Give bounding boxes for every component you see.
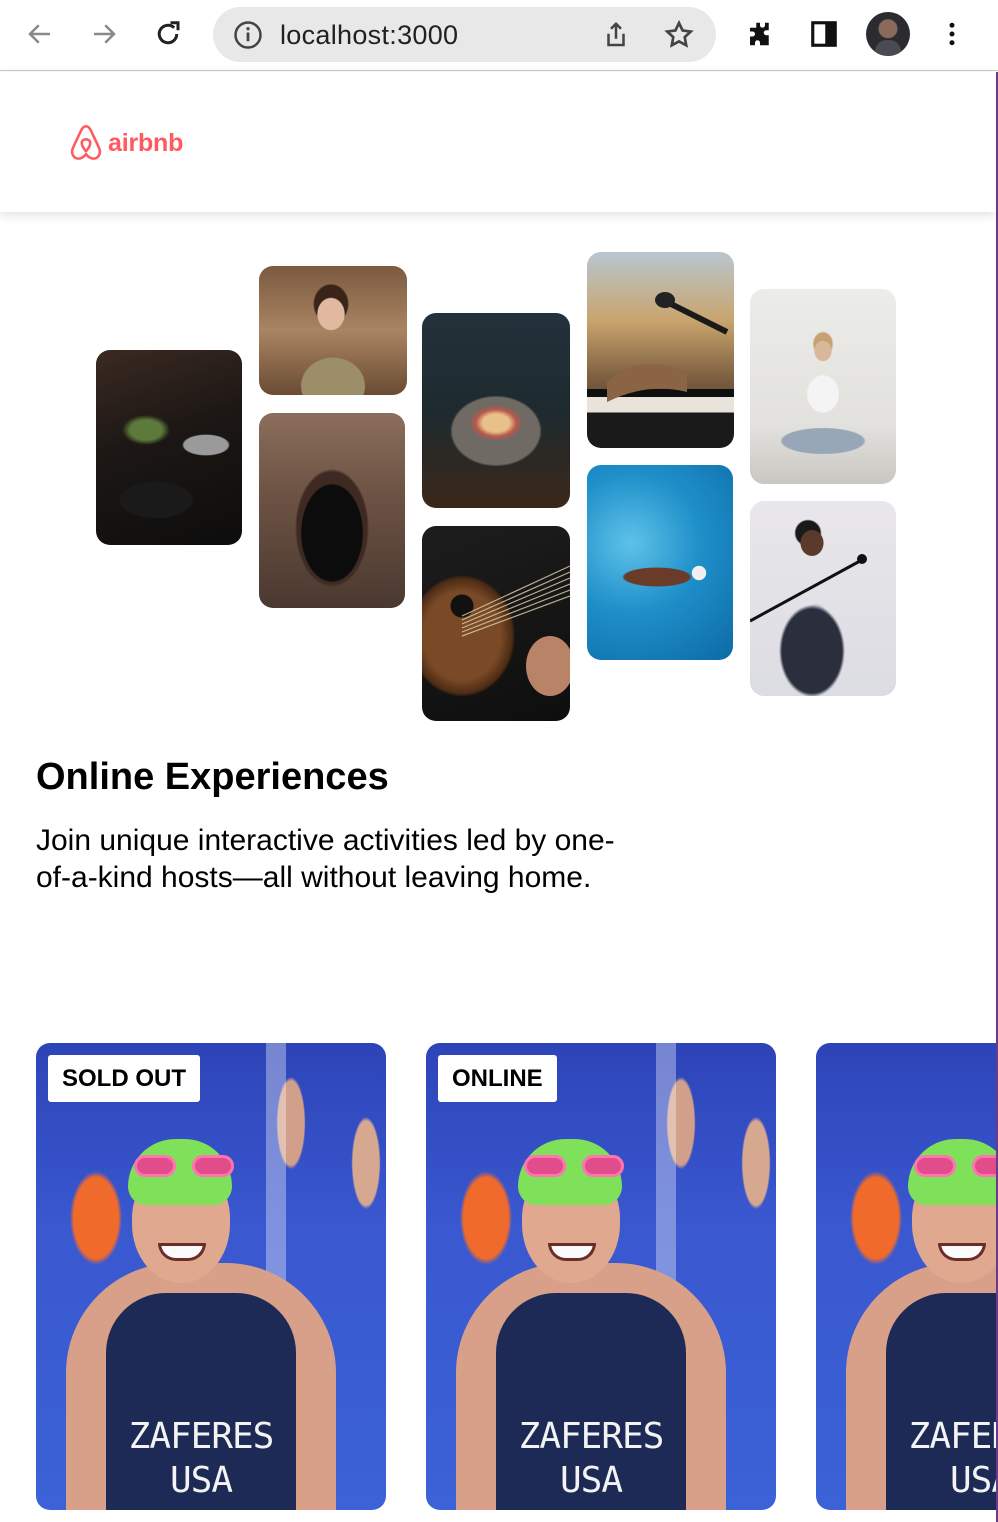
star-icon[interactable] bbox=[663, 19, 695, 51]
url-text[interactable]: localhost:3000 bbox=[280, 20, 458, 51]
airbnb-logo[interactable]: airbnb bbox=[68, 124, 183, 162]
experience-card[interactable]: ZAFERES USA SOLD OUT bbox=[36, 1043, 386, 1510]
photo-dancer-in-doorway bbox=[259, 413, 405, 608]
photo-swimmer bbox=[587, 465, 733, 660]
card-photo-suit-text: ZAFERESUSA bbox=[908, 1416, 996, 1501]
status-badge: SOLD OUT bbox=[48, 1055, 200, 1102]
address-bar[interactable]: localhost:3000 bbox=[213, 7, 716, 62]
reload-icon[interactable] bbox=[148, 14, 188, 54]
back-arrow-icon[interactable] bbox=[20, 14, 60, 54]
card-photo-suit-text: ZAFERESUSA bbox=[518, 1416, 665, 1501]
photo-woman-with-macarons bbox=[259, 266, 407, 395]
photo-piano-microphone bbox=[587, 252, 734, 448]
card-photo-suit-text: ZAFERESUSA bbox=[128, 1416, 275, 1501]
photo-cooking bbox=[96, 350, 242, 545]
airbnb-belo-icon bbox=[70, 124, 102, 160]
more-menu-icon[interactable] bbox=[932, 14, 972, 54]
sidepanel-icon[interactable] bbox=[804, 14, 844, 54]
card-photo-goggles bbox=[914, 1155, 996, 1177]
forward-arrow-icon[interactable] bbox=[84, 14, 124, 54]
card-photo-goggles bbox=[524, 1155, 624, 1177]
page-subtitle: Join unique interactive activities led b… bbox=[36, 824, 615, 894]
extensions-icon[interactable] bbox=[740, 14, 780, 54]
experience-card[interactable]: ZAFERES USA ONLINE bbox=[426, 1043, 776, 1510]
photo-singer bbox=[750, 501, 896, 696]
card-photo-goggles bbox=[134, 1155, 234, 1177]
profile-avatar[interactable] bbox=[866, 12, 910, 56]
status-badge: ONLINE bbox=[438, 1055, 557, 1102]
photo-yoga bbox=[750, 289, 896, 484]
browser-toolbar: localhost:3000 bbox=[0, 0, 998, 71]
info-icon[interactable] bbox=[233, 20, 263, 50]
logo-wordmark: airbnb bbox=[108, 128, 184, 157]
site-header: airbnb bbox=[0, 72, 996, 212]
share-icon[interactable] bbox=[601, 19, 631, 51]
experience-card[interactable]: ZAFERESUSA bbox=[816, 1043, 996, 1510]
page-title: Online Experiences bbox=[36, 756, 389, 798]
photo-acoustic-guitar bbox=[422, 526, 570, 721]
photo-stone-bowl-food bbox=[422, 313, 570, 508]
